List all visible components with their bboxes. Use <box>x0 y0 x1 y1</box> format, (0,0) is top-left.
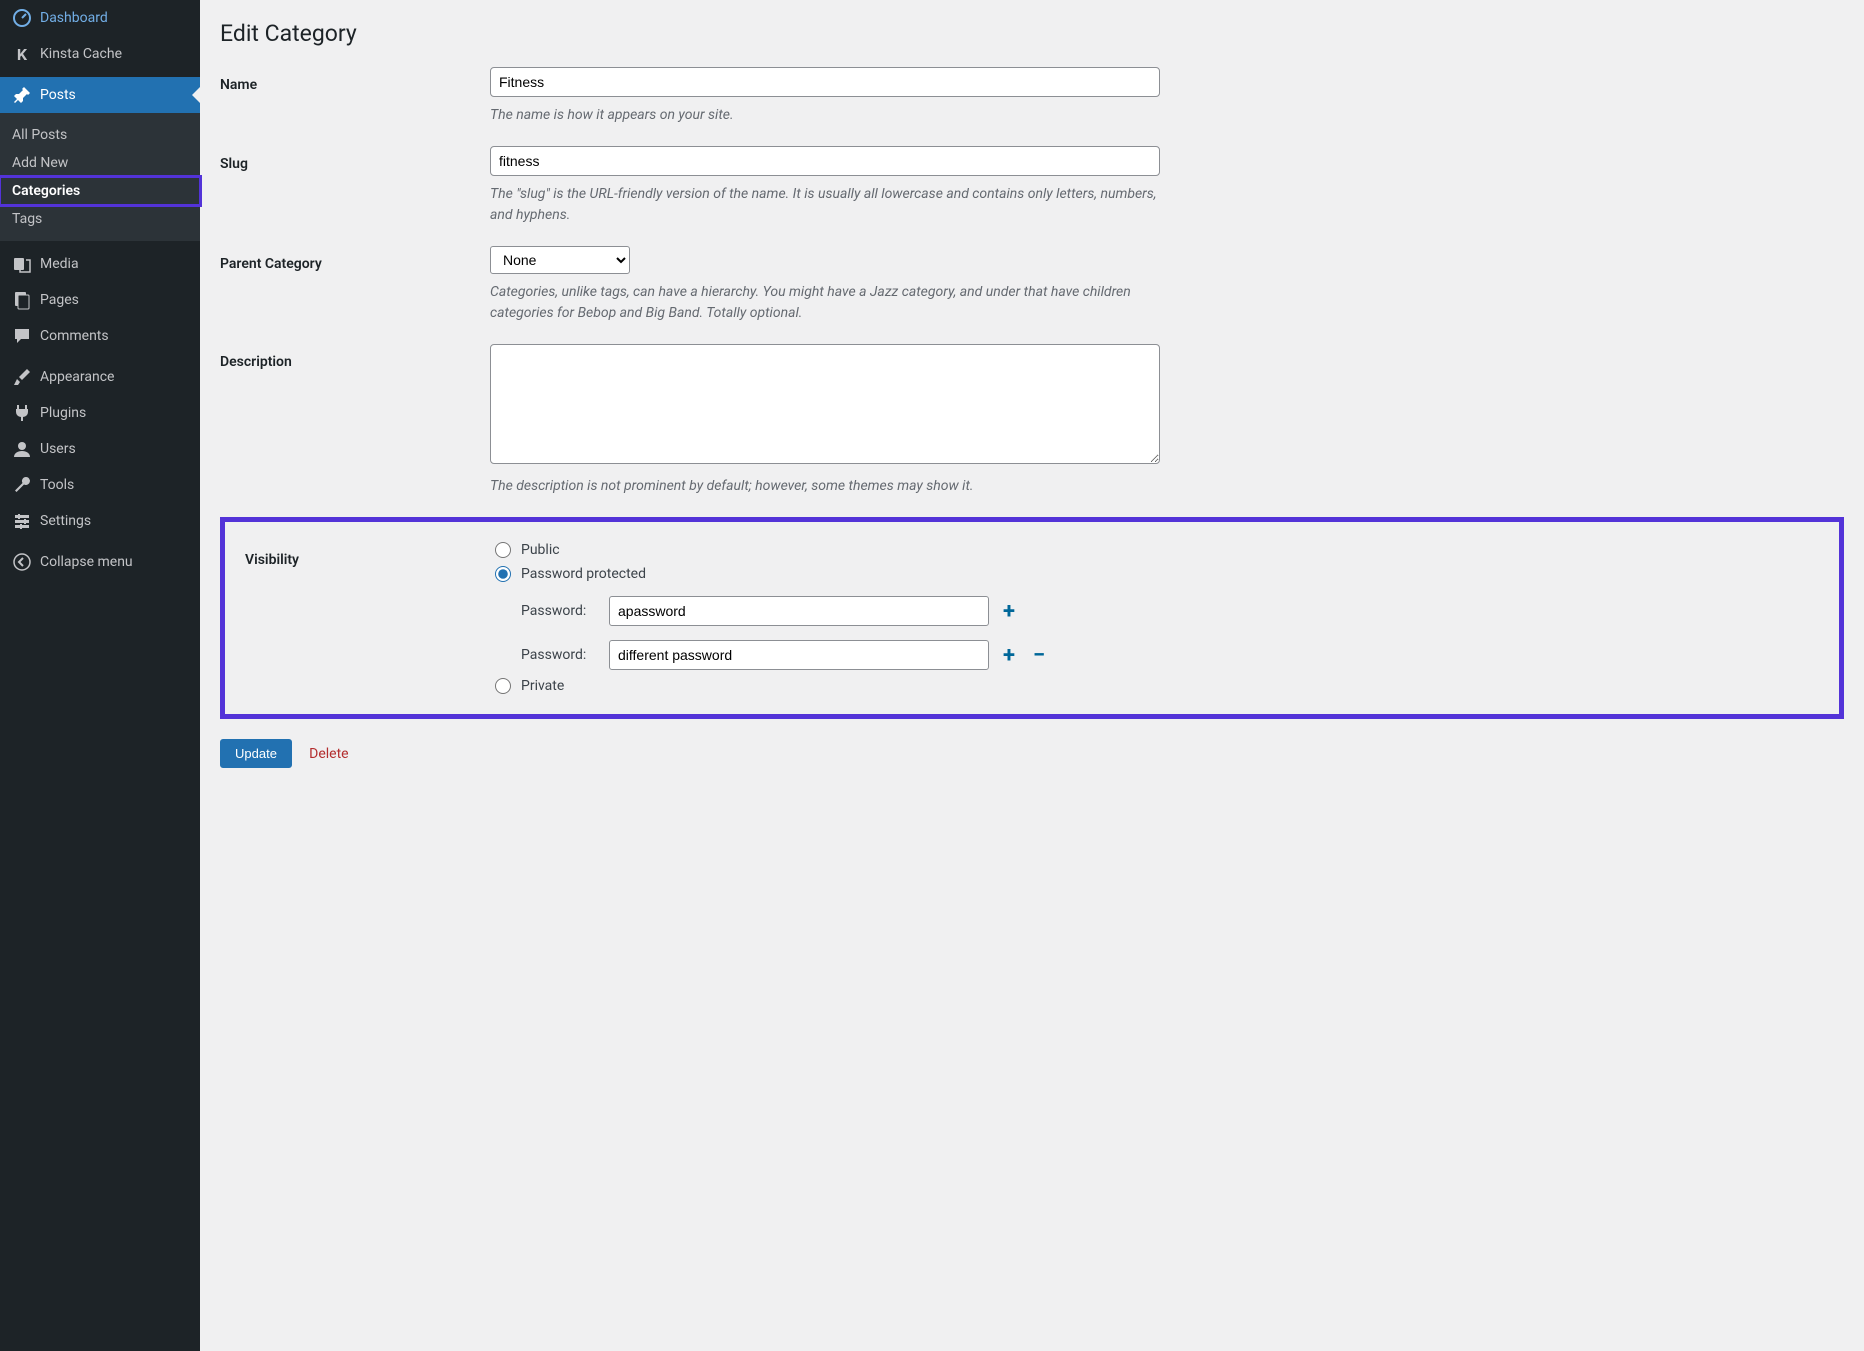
form-actions: Update Delete <box>220 739 1844 768</box>
visibility-private-label: Private <box>521 678 564 694</box>
k-icon: K <box>12 44 32 64</box>
pages-icon <box>12 290 32 310</box>
password-label-1: Password: <box>521 603 599 619</box>
sidebar-item-label: Pages <box>40 292 79 308</box>
sidebar-item-label: Media <box>40 256 79 272</box>
sidebar-item-label: Kinsta Cache <box>40 46 122 62</box>
pin-icon <box>12 85 32 105</box>
visibility-private-radio[interactable] <box>495 678 511 694</box>
delete-link[interactable]: Delete <box>309 746 348 762</box>
sidebar-item-pages[interactable]: Pages <box>0 282 200 318</box>
sidebar-item-posts[interactable]: Posts <box>0 77 200 113</box>
password-input-1[interactable] <box>609 596 989 626</box>
password-row-2: Password: + − <box>521 640 1165 670</box>
parent-description: Categories, unlike tags, can have a hier… <box>490 282 1160 324</box>
visibility-private-option[interactable]: Private <box>495 678 1165 694</box>
sidebar-item-media[interactable]: Media <box>0 246 200 282</box>
name-description: The name is how it appears on your site. <box>490 105 1160 126</box>
description-label: Description <box>220 344 490 497</box>
password-input-2[interactable] <box>609 640 989 670</box>
sidebar-item-plugins[interactable]: Plugins <box>0 395 200 431</box>
sidebar-item-appearance[interactable]: Appearance <box>0 359 200 395</box>
visibility-label: Visibility <box>245 542 495 694</box>
comments-icon <box>12 326 32 346</box>
sidebar-item-comments[interactable]: Comments <box>0 318 200 354</box>
plug-icon <box>12 403 32 423</box>
settings-icon <box>12 511 32 531</box>
name-label: Name <box>220 67 490 126</box>
sidebar-item-collapse[interactable]: Collapse menu <box>0 544 200 580</box>
brush-icon <box>12 367 32 387</box>
visibility-protected-radio[interactable] <box>495 566 511 582</box>
submenu-item-all-posts[interactable]: All Posts <box>0 121 200 149</box>
sidebar-item-settings[interactable]: Settings <box>0 503 200 539</box>
update-button[interactable]: Update <box>220 739 292 768</box>
parent-label: Parent Category <box>220 246 490 324</box>
wrench-icon <box>12 475 32 495</box>
add-password-icon[interactable]: + <box>999 599 1019 624</box>
sidebar-item-label: Dashboard <box>40 10 108 26</box>
visibility-public-label: Public <box>521 542 560 558</box>
main-content: Edit Category Name The name is how it ap… <box>200 0 1864 1351</box>
remove-password-icon[interactable]: − <box>1029 643 1049 668</box>
collapse-icon <box>12 552 32 572</box>
admin-sidebar: Dashboard K Kinsta Cache Posts All Posts… <box>0 0 200 1351</box>
sidebar-item-users[interactable]: Users <box>0 431 200 467</box>
posts-submenu: All Posts Add New Categories Tags <box>0 113 200 241</box>
submenu-item-categories[interactable]: Categories <box>0 177 200 205</box>
slug-input[interactable] <box>490 146 1160 176</box>
page-title: Edit Category <box>220 20 1844 47</box>
password-row-1: Password: + <box>521 596 1165 626</box>
sidebar-item-label: Tools <box>40 477 74 493</box>
visibility-public-option[interactable]: Public <box>495 542 1165 558</box>
sidebar-item-label: Users <box>40 441 76 457</box>
visibility-protected-option[interactable]: Password protected <box>495 566 1165 582</box>
sidebar-item-kinsta-cache[interactable]: K Kinsta Cache <box>0 36 200 72</box>
sidebar-item-label: Comments <box>40 328 109 344</box>
user-icon <box>12 439 32 459</box>
parent-select[interactable]: None <box>490 246 630 274</box>
media-icon <box>12 254 32 274</box>
dashboard-icon <box>12 8 32 28</box>
submenu-item-add-new[interactable]: Add New <box>0 149 200 177</box>
slug-label: Slug <box>220 146 490 226</box>
sidebar-item-label: Settings <box>40 513 91 529</box>
name-input[interactable] <box>490 67 1160 97</box>
add-password-icon[interactable]: + <box>999 643 1019 668</box>
visibility-protected-label: Password protected <box>521 566 646 582</box>
visibility-public-radio[interactable] <box>495 542 511 558</box>
sidebar-item-label: Appearance <box>40 369 114 385</box>
password-label-2: Password: <box>521 647 599 663</box>
visibility-section: Visibility Public Password protected Pas… <box>220 517 1844 719</box>
sidebar-item-dashboard[interactable]: Dashboard <box>0 0 200 36</box>
submenu-item-tags[interactable]: Tags <box>0 205 200 233</box>
slug-description: The "slug" is the URL-friendly version o… <box>490 184 1160 226</box>
description-textarea[interactable] <box>490 344 1160 464</box>
description-desc: The description is not prominent by defa… <box>490 476 1160 497</box>
sidebar-item-label: Collapse menu <box>40 554 133 570</box>
sidebar-item-label: Posts <box>40 87 76 103</box>
sidebar-item-tools[interactable]: Tools <box>0 467 200 503</box>
sidebar-item-label: Plugins <box>40 405 86 421</box>
